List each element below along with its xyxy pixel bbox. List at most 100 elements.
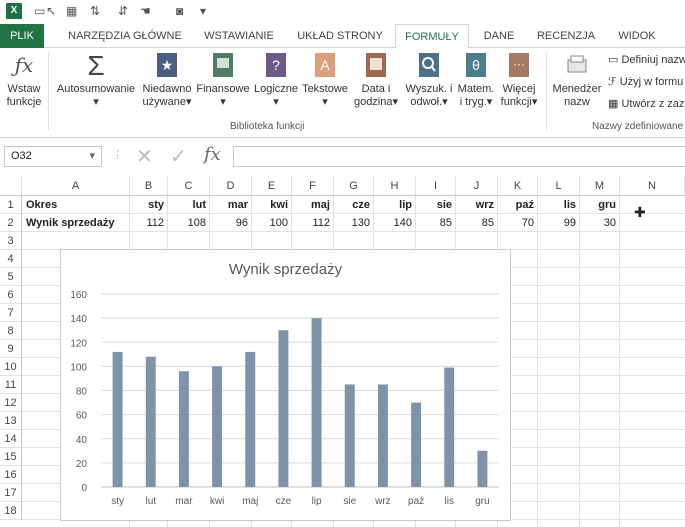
tab-data[interactable]: DANE [476, 24, 522, 48]
row-header[interactable]: 15 [0, 448, 22, 466]
sales-chart[interactable]: Wynik sprzedaży 0 20 40 60 80 100 120 140 160 sty l… [60, 249, 511, 521]
column-header[interactable]: C [168, 176, 210, 196]
cell-c2[interactable]: 108 [168, 214, 210, 232]
cell-k2[interactable]: 70 [498, 214, 538, 232]
cell-d2[interactable]: 96 [210, 214, 252, 232]
cell-b1[interactable]: sty [130, 196, 168, 214]
cell-e2[interactable]: 100 [252, 214, 292, 232]
row-header[interactable]: 10 [0, 358, 22, 376]
row-header[interactable]: 14 [0, 430, 22, 448]
name-manager-button[interactable]: Menedżer nazw [550, 52, 604, 109]
cell-j1[interactable]: wrz [456, 196, 498, 214]
x-tick-label: wrz [374, 496, 391, 507]
more-functions-button[interactable]: ··· Więcej funkcji▾ [496, 52, 542, 109]
column-header[interactable]: N [620, 176, 685, 196]
column-header[interactable]: B [130, 176, 168, 196]
cell-m1[interactable]: gru [580, 196, 620, 214]
cursor-icon[interactable]: ↖ [46, 4, 56, 19]
camera-icon[interactable]: ◙ [176, 4, 183, 19]
cell-h2[interactable]: 140 [374, 214, 416, 232]
tab-view[interactable]: WIDOK [612, 24, 662, 48]
column-header[interactable]: G [334, 176, 374, 196]
column-header[interactable]: A [22, 176, 130, 196]
row-header[interactable]: 18 [0, 502, 22, 520]
define-name-button[interactable]: ▭ Definiuj nazw [608, 54, 685, 67]
cancel-icon[interactable]: ✕ [136, 144, 153, 169]
tab-formulas[interactable]: FORMUŁY [395, 24, 469, 49]
fx-icon[interactable]: fx [204, 144, 221, 165]
insert-function-button[interactable]: ƒx Wstaw funkcje [4, 52, 44, 109]
format-icon[interactable]: ▦ [66, 4, 77, 19]
column-header[interactable]: M [580, 176, 620, 196]
cell-l1[interactable]: lis [538, 196, 580, 214]
cell-k1[interactable]: paź [498, 196, 538, 214]
row-header[interactable]: 6 [0, 286, 22, 304]
column-header[interactable]: K [498, 176, 538, 196]
logical-button[interactable]: ? Logiczne ▾ [252, 52, 300, 109]
confirm-icon[interactable]: ✓ [170, 144, 187, 169]
row-header[interactable]: 11 [0, 376, 22, 394]
recently-used-button[interactable]: ★ Niedawno używane▾ [140, 52, 194, 109]
cell-f1[interactable]: maj [292, 196, 334, 214]
column-header[interactable]: J [456, 176, 498, 196]
y-tick-label: 120 [70, 338, 87, 349]
cell-i2[interactable]: 85 [416, 214, 456, 232]
cell-f2[interactable]: 112 [292, 214, 334, 232]
tab-home[interactable]: NARZĘDZIA GŁÓWNE [60, 24, 190, 48]
cell-c1[interactable]: lut [168, 196, 210, 214]
row-header[interactable]: 7 [0, 304, 22, 322]
autosum-button[interactable]: Σ Autosumowanie ▾ [54, 52, 138, 109]
datetime-button[interactable]: Data i godzina▾ [352, 52, 400, 109]
row-header[interactable]: 1 [0, 196, 22, 214]
row-header[interactable]: 8 [0, 322, 22, 340]
cell-h1[interactable]: lip [374, 196, 416, 214]
tab-file[interactable]: PLIK [0, 24, 44, 48]
tab-page-layout[interactable]: UKŁAD STRONY [292, 24, 388, 48]
column-header[interactable]: F [292, 176, 334, 196]
customize-icon[interactable]: ▾ [200, 4, 206, 19]
column-header[interactable]: E [252, 176, 292, 196]
column-header[interactable]: D [210, 176, 252, 196]
column-header[interactable]: I [416, 176, 456, 196]
row-header[interactable]: 4 [0, 250, 22, 268]
cell-j2[interactable]: 85 [456, 214, 498, 232]
cell-l2[interactable]: 99 [538, 214, 580, 232]
name-manager-icon [565, 52, 589, 80]
cell-e1[interactable]: kwi [252, 196, 292, 214]
text-functions-button[interactable]: A Tekstowe ▾ [300, 52, 350, 109]
touch-icon[interactable]: ☚ [140, 4, 151, 19]
column-header[interactable]: H [374, 176, 416, 196]
cell-i1[interactable]: sie [416, 196, 456, 214]
row-header[interactable]: 2 [0, 214, 22, 232]
tab-insert[interactable]: WSTAWIANIE [196, 24, 282, 48]
use-in-formula-button[interactable]: ℱ Użyj w formu [608, 76, 683, 89]
math-button[interactable]: θ Matem. i tryg.▾ [456, 52, 496, 109]
names-group-label: Nazwy zdefiniowane [592, 121, 684, 132]
row-header[interactable]: 9 [0, 340, 22, 358]
save-icon[interactable]: ▭ [34, 4, 45, 19]
cell-g2[interactable]: 130 [334, 214, 374, 232]
cell-a2[interactable]: Wynik sprzedaży [26, 214, 114, 232]
row-header[interactable]: 5 [0, 268, 22, 286]
row-header[interactable]: 16 [0, 466, 22, 484]
sort-desc-icon[interactable]: ⇵ [118, 4, 128, 19]
tab-review[interactable]: RECENZJA [532, 24, 600, 48]
lookup-button[interactable]: Wyszuk. i odwoł.▾ [402, 52, 456, 109]
create-from-selection-button[interactable]: ▦ Utwórz z zaz [608, 98, 684, 111]
cell-d1[interactable]: mar [210, 196, 252, 214]
cell-b2[interactable]: 112 [130, 214, 168, 232]
column-header[interactable]: L [538, 176, 580, 196]
sort-asc-icon[interactable]: ⇅ [90, 4, 100, 19]
row-header[interactable]: 3 [0, 232, 22, 250]
financial-button[interactable]: Finansowe ▾ [196, 52, 250, 109]
row-header[interactable]: 17 [0, 484, 22, 502]
row-header[interactable]: 13 [0, 412, 22, 430]
name-box[interactable]: O32 ▾ [4, 146, 102, 167]
row-header[interactable]: 12 [0, 394, 22, 412]
formula-input[interactable] [233, 146, 685, 167]
math-label: Matem. [457, 83, 495, 95]
cell-m2[interactable]: 30 [580, 214, 620, 232]
select-all-corner[interactable] [0, 176, 22, 196]
cell-a1[interactable]: Okres [26, 196, 57, 214]
cell-g1[interactable]: cze [334, 196, 374, 214]
